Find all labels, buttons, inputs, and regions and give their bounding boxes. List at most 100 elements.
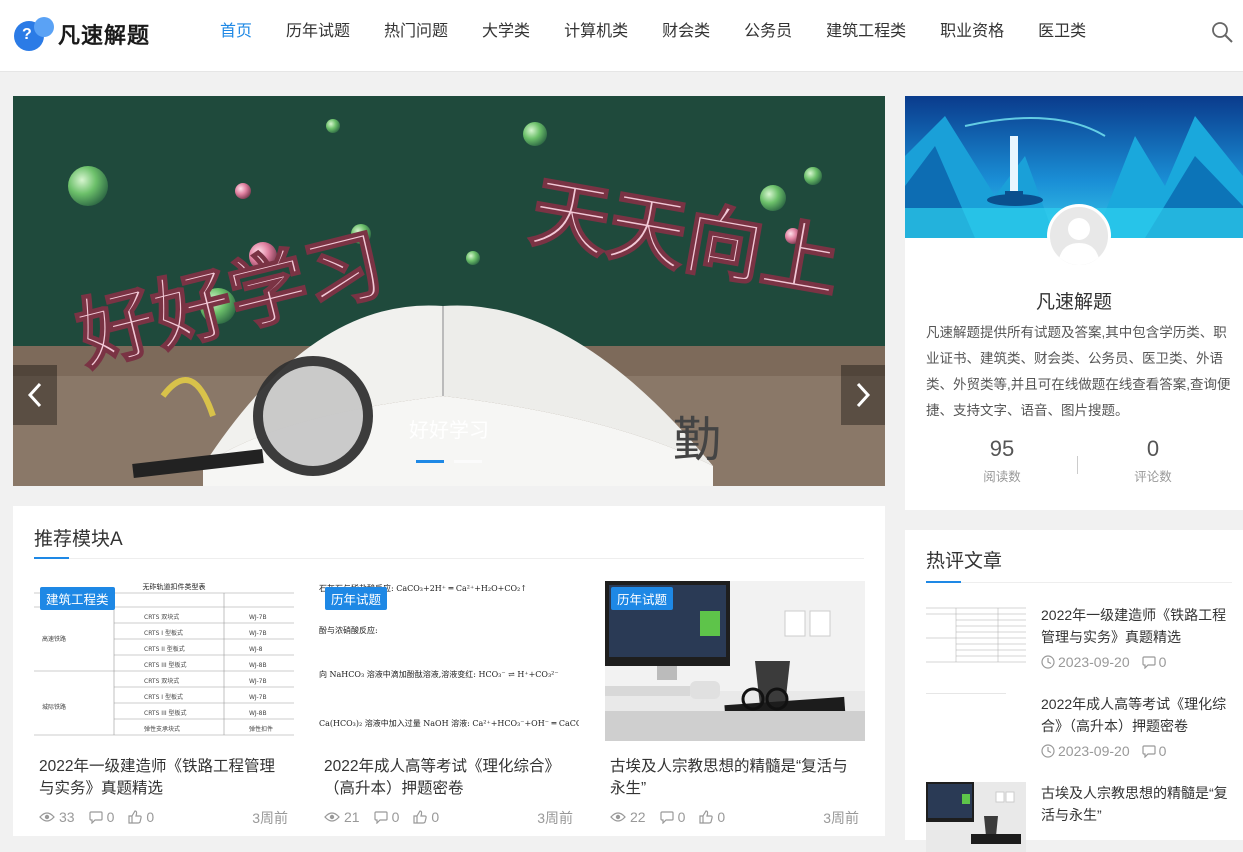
svg-text:WJ-8: WJ-8 [249, 646, 263, 653]
nav-item-computer[interactable]: 计算机类 [547, 0, 645, 64]
thumb-table-header: 无砟轨道扣件类型表 [143, 582, 206, 591]
comment-icon [659, 810, 674, 824]
chevron-left-icon [27, 382, 42, 408]
site-logo[interactable]: ? 凡速解题 [14, 14, 150, 54]
hero-slider[interactable]: 好好学习 天天向上 勤 好好学习 [13, 96, 885, 486]
hot-article-meta: 2023-09-20 0 [1041, 654, 1178, 670]
thumbs-up-icon [699, 810, 714, 824]
comment-icon [1142, 744, 1156, 758]
nav-item-medical[interactable]: 医卫类 [1021, 0, 1103, 64]
avatar[interactable] [1047, 204, 1111, 268]
like-count[interactable]: 0 [128, 809, 154, 825]
category-tag[interactable]: 建筑工程类 [40, 587, 115, 610]
eye-icon [610, 812, 626, 822]
svg-text:CRTS 双块式: CRTS 双块式 [144, 613, 179, 621]
stat-value: 95 [989, 436, 1015, 461]
article-card[interactable]: 历年试题 古埃及人宗教思想的精髓是“复活与永生” 22 0 0 3周前 [605, 581, 865, 826]
section-divider [34, 558, 864, 559]
svg-text:弹性扣件: 弹性扣件 [249, 725, 273, 733]
hot-article-thumbnail[interactable] [926, 604, 1026, 674]
thumbs-up-icon [128, 810, 143, 824]
hot-article-thumbnail[interactable] [926, 782, 1026, 852]
stat-label: 评论数 [1134, 470, 1172, 484]
nav-item-civil-service[interactable]: 公务员 [727, 0, 809, 64]
svg-text:CRTS III 型板式: CRTS III 型板式 [144, 661, 187, 669]
article-card[interactable]: 无砟轨道扣件类型表 高速铁路 城际铁路 CRTS 双块式 CRTS I 型板式 … [34, 581, 294, 826]
clock-icon [1041, 744, 1055, 758]
comment-icon [88, 810, 103, 824]
svg-text:高速铁路: 高速铁路 [42, 635, 66, 643]
stat-comments: 0 评论数 [1093, 436, 1213, 485]
eye-icon [39, 812, 55, 822]
clock-icon [1041, 655, 1055, 669]
svg-text:WJ-7B: WJ-7B [249, 678, 267, 685]
logo-icon: ? [14, 17, 54, 51]
article-title[interactable]: 2022年一级建造师《铁路工程管理与实务》真题精选 [34, 756, 294, 800]
article-card[interactable]: 石灰石与稀盐酸反应: CaCO₃+2H⁺ ═ Ca²⁺+H₂O+CO₂↑ 酚与浓… [319, 581, 579, 826]
svg-text:CRTS I 型板式: CRTS I 型板式 [144, 693, 183, 701]
hot-article-meta: 2023-09-20 0 [1041, 743, 1178, 759]
hot-article-title[interactable]: 古埃及人宗教思想的精髓是“复活与永生” [1041, 782, 1231, 826]
recommend-module: 推荐模块A 无砟轨道扣件类型表 高速铁路 城际铁路 CRTS 双块式 CRTS … [13, 506, 885, 836]
hot-article-title[interactable]: 2022年一级建造师《铁路工程管理与实务》真题精选 [1041, 604, 1231, 648]
comment-count: 0 [1142, 743, 1166, 759]
article-meta: 33 0 0 3周前 [34, 808, 294, 826]
svg-text:WJ-8B: WJ-8B [249, 662, 267, 669]
nav-item-university[interactable]: 大学类 [465, 0, 547, 64]
svg-text:WJ-7B: WJ-7B [249, 694, 267, 701]
search-icon[interactable] [1210, 20, 1234, 44]
article-thumbnail[interactable]: 石灰石与稀盐酸反应: CaCO₃+2H⁺ ═ Ca²⁺+H₂O+CO₂↑ 酚与浓… [319, 581, 579, 741]
post-time: 3周前 [537, 810, 573, 826]
thumb-chem-line-2: 酚与浓硝酸反应: [319, 625, 378, 635]
view-count: 33 [39, 809, 75, 825]
thumbs-up-icon [413, 810, 428, 824]
section-title: 推荐模块A [34, 529, 123, 550]
section-divider-accent [926, 581, 961, 583]
nav-item-accounting[interactable]: 财会类 [645, 0, 727, 64]
article-thumbnail[interactable]: 历年试题 [605, 581, 865, 741]
svg-text:CRTS 双块式: CRTS 双块式 [144, 677, 179, 685]
nav-item-past-exams[interactable]: 历年试题 [269, 0, 367, 64]
comment-count: 0 [88, 809, 114, 825]
slider-dots [416, 460, 482, 463]
svg-text:CRTS II 型板式: CRTS II 型板式 [144, 645, 185, 653]
category-tag[interactable]: 历年试题 [611, 587, 674, 610]
nav-item-construction[interactable]: 建筑工程类 [809, 0, 923, 64]
section-title: 热评文章 [926, 551, 1003, 572]
article-title[interactable]: 古埃及人宗教思想的精髓是“复活与永生” [605, 756, 865, 800]
like-count[interactable]: 0 [699, 809, 725, 825]
profile-card: 凡速解题 凡速解题提供所有试题及答案,其中包含学历类、职业证书、建筑类、财会类、… [905, 96, 1243, 510]
stat-divider [1077, 456, 1078, 474]
section-divider-accent [34, 557, 69, 559]
nav-item-home[interactable]: 首页 [203, 0, 269, 64]
like-count[interactable]: 0 [413, 809, 439, 825]
profile-description: 凡速解题提供所有试题及答案,其中包含学历类、职业证书、建筑类、财会类、公务员、医… [926, 325, 1231, 418]
hot-article-thumbnail[interactable] [926, 693, 1026, 763]
category-tag[interactable]: 历年试题 [325, 587, 388, 610]
svg-text:WJ-7B: WJ-7B [249, 614, 267, 621]
article-thumbnail[interactable]: 无砟轨道扣件类型表 高速铁路 城际铁路 CRTS 双块式 CRTS I 型板式 … [34, 581, 294, 741]
slider-dot[interactable] [454, 460, 482, 463]
hot-article-title[interactable]: 2022年成人高等考试《理化综合》（高升本）押题密卷 [1041, 693, 1231, 737]
slider-dot[interactable] [416, 460, 444, 463]
profile-stats: 95 阅读数 0 评论数 [905, 436, 1243, 486]
nav-item-vocational[interactable]: 职业资格 [923, 0, 1021, 64]
section-divider [926, 582, 1232, 583]
comment-count: 0 [659, 809, 685, 825]
nav-item-hot-questions[interactable]: 热门问题 [367, 0, 465, 64]
post-date: 2023-09-20 [1041, 654, 1130, 670]
svg-text:WJ-8B: WJ-8B [249, 710, 267, 717]
svg-text:CRTS I 型板式: CRTS I 型板式 [144, 629, 183, 637]
table-thumbnail-image [926, 604, 1026, 674]
svg-text:WJ-7B: WJ-7B [249, 630, 267, 637]
article-title[interactable]: 2022年成人高等考试《理化综合》（高升本）押题密卷 [319, 756, 579, 800]
thumb-chem-line-4: Ca(HCO₃)₂ 溶液中加入过量 NaOH 溶液: Ca²⁺+HCO₃⁻+OH… [319, 718, 579, 728]
stat-reads: 95 阅读数 [942, 436, 1062, 485]
site-header: ? 凡速解题 首页 历年试题 热门问题 大学类 计算机类 财会类 公务员 建筑工… [0, 0, 1243, 72]
profile-name: 凡速解题 [1035, 292, 1112, 313]
view-count: 22 [610, 809, 646, 825]
chemistry-thumbnail-image [926, 693, 1026, 763]
comment-icon [373, 810, 388, 824]
comment-count: 0 [373, 809, 399, 825]
view-count: 21 [324, 809, 360, 825]
